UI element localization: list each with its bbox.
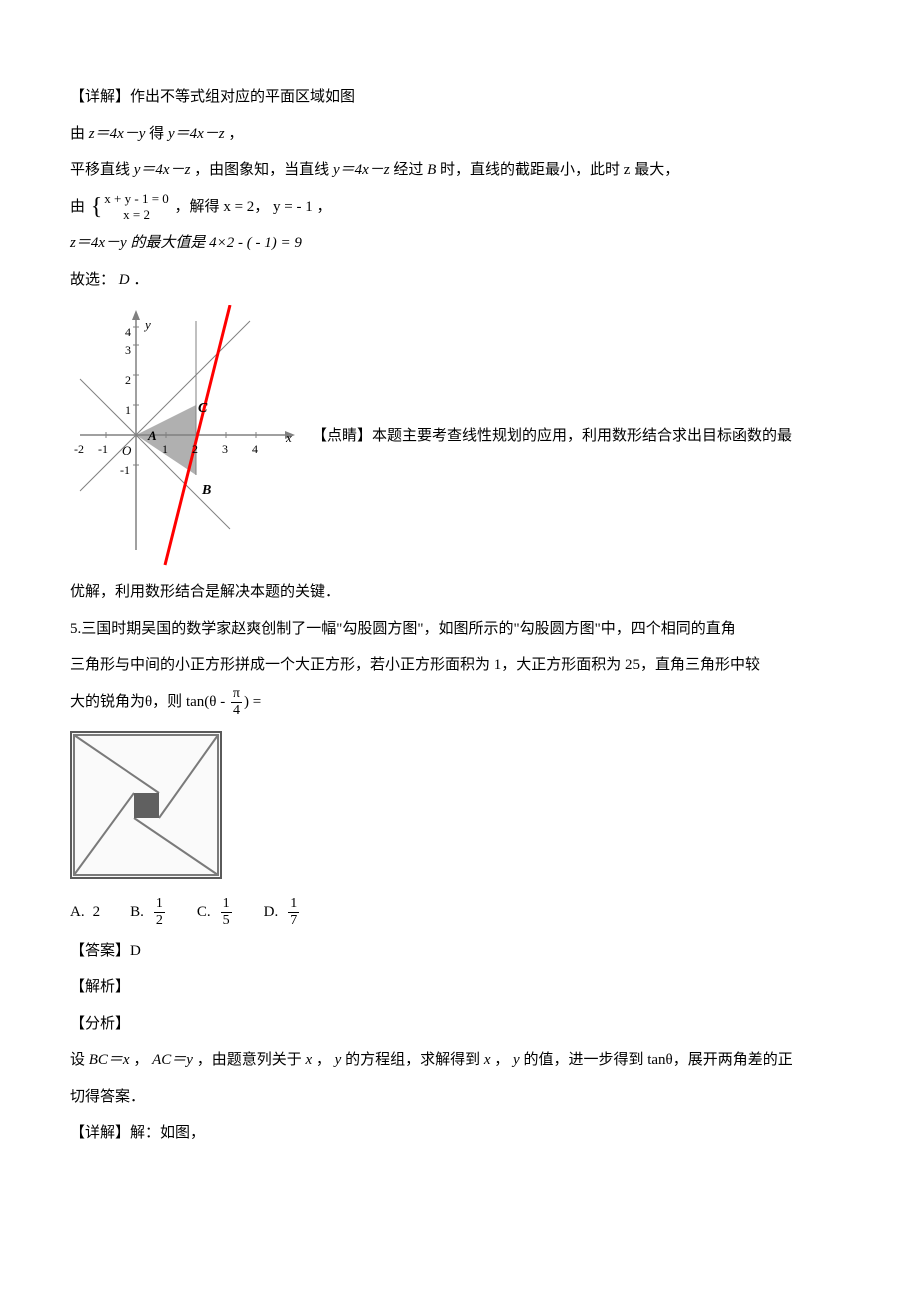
a-pre: 设 <box>70 1052 89 1068</box>
option-c: C. 15 <box>197 895 234 930</box>
a-m3: ， <box>316 1052 331 1068</box>
text-pre: 平移直线 <box>70 162 134 178</box>
opt-d-label: D. <box>264 895 279 930</box>
text-end: ， <box>228 126 243 142</box>
gougu-figure <box>70 731 222 879</box>
question-5-line-3: 大的锐角为θ，则 tan(θ - π4) = <box>70 685 850 720</box>
options-list: A. 2 B. 12 C. 15 D. 17 <box>70 891 850 934</box>
option-d: D. 17 <box>264 895 302 930</box>
a-m3b: ， <box>494 1052 509 1068</box>
solution-intro: 【详解】作出不等式组对应的平面区域如图 <box>70 80 850 115</box>
gougu-svg <box>72 733 220 877</box>
a-x: x <box>305 1052 312 1068</box>
tick-x1: 1 <box>162 436 168 464</box>
a-ac: AC＝y <box>152 1052 193 1068</box>
point-c-label: C <box>198 393 207 425</box>
answer-selection: 故选： D ． <box>70 263 850 298</box>
tick-xn1: -1 <box>98 436 108 464</box>
tick-y2: 2 <box>125 367 131 395</box>
equation-line-2: 平移直线 y＝4x－z ，由图象知，当直线 y＝4x－z 经过 B 时，直线的截… <box>70 153 850 188</box>
equation-line-3: 由 { x + y - 1 = 0 x = 2 ，解得 x = 2， y = -… <box>70 190 850 225</box>
text-pre: 由 <box>70 126 89 142</box>
tan-post: ) = <box>244 694 261 710</box>
option-b: B. 12 <box>130 895 167 930</box>
text-pre: 故选： <box>70 272 115 288</box>
parse-label: 【解析】 <box>70 970 850 1005</box>
answer-label: 【答案】D <box>70 934 850 969</box>
a-y2: y <box>513 1052 520 1068</box>
tick-xn2: -2 <box>74 436 84 464</box>
analysis-label: 【分析】 <box>70 1007 850 1042</box>
tick-x2: 2 <box>192 436 198 464</box>
a-y: y <box>335 1052 342 1068</box>
text-pre: 由 <box>70 199 85 215</box>
hint-continuation: 优解，利用数形结合是解决本题的关键． <box>70 575 850 610</box>
coordinate-graph: y x 4 3 2 1 -1 1 2 3 4 -1 -2 O A C B <box>70 305 302 567</box>
a-m5: 的值，进一步得到 tanθ，展开两角差的正 <box>523 1052 792 1068</box>
graph-and-hint-row: y x 4 3 2 1 -1 1 2 3 4 -1 -2 O A C B 【点睛… <box>70 305 850 567</box>
brace-top: x + y - 1 = 0 <box>104 191 169 207</box>
brace-bot: x = 2 <box>104 207 169 223</box>
origin-label: O <box>122 436 131 466</box>
a-x2: x <box>484 1052 491 1068</box>
left-brace-icon: { <box>91 195 103 219</box>
equation-line-1: 由 z＝4x－y 得 y＝4x－z ， <box>70 117 850 152</box>
opt-a-value: 2 <box>93 895 101 930</box>
max-value-line: z＝4x－y 的最大值是 4×2 - ( - 1) = 9 <box>70 226 850 261</box>
a-m1: ， <box>133 1052 148 1068</box>
analysis-line-2: 切得答案． <box>70 1080 850 1115</box>
eq-y-1: y＝4x－z <box>134 162 191 178</box>
a-bc: BC＝x <box>89 1052 130 1068</box>
eq-y-2: y＝4x－z <box>333 162 390 178</box>
text-mid: ，解得 <box>175 199 224 215</box>
point-b: B <box>427 162 436 178</box>
opt-c-den: 5 <box>221 912 232 928</box>
a-m2: ，由题意列关于 <box>197 1052 306 1068</box>
option-a: A. 2 <box>70 895 100 930</box>
q5-text: 大的锐角为θ，则 <box>70 694 182 710</box>
hint-beside-graph: 【点睛】本题主要考查线性规划的应用，利用数形结合求出目标函数的最 <box>302 419 850 454</box>
tick-y3: 3 <box>125 337 131 365</box>
solution-xy: x = 2， y = - 1 <box>223 199 312 215</box>
text-mid: ，由图象知，当直线 <box>194 162 333 178</box>
opt-c-num: 1 <box>223 896 230 911</box>
brace-system: { x + y - 1 = 0 x = 2 <box>91 191 169 222</box>
opt-b-label: B. <box>130 895 144 930</box>
text-end: ． <box>133 272 148 288</box>
tan-den: 4 <box>231 702 242 718</box>
answer-d: D <box>119 272 130 288</box>
tick-y1: 1 <box>125 397 131 425</box>
question-5-line-1: 5.三国时期吴国的数学家赵爽创制了一幅"勾股圆方图"，如图所示的"勾股圆方图"中… <box>70 612 850 647</box>
text-mid: 得 <box>149 126 168 142</box>
eq-y: y＝4x－z <box>168 126 225 142</box>
opt-d-num: 1 <box>290 896 297 911</box>
text-end: 时，直线的截距最小，此时 z 最大， <box>440 162 679 178</box>
tan-expression: tan(θ - π4) = <box>186 694 261 710</box>
text-post: 经过 <box>393 162 427 178</box>
analysis-text: 设 BC＝x ， AC＝y ，由题意列关于 x ， y 的方程组，求解得到 x … <box>70 1043 850 1078</box>
a-m4: 的方程组，求解得到 <box>345 1052 484 1068</box>
axis-x-label: x <box>286 423 292 453</box>
tick-x3: 3 <box>222 436 228 464</box>
opt-a-label: A. <box>70 895 85 930</box>
point-b-label: B <box>202 475 211 507</box>
opt-c-label: C. <box>197 895 211 930</box>
axis-y-label: y <box>145 310 151 340</box>
opt-d-den: 7 <box>288 912 299 928</box>
opt-b-num: 1 <box>156 896 163 911</box>
opt-b-den: 2 <box>154 912 165 928</box>
question-5-line-2: 三角形与中间的小正方形拼成一个大正方形，若小正方形面积为 1，大正方形面积为 2… <box>70 648 850 683</box>
tan-num: π <box>233 686 240 701</box>
point-a-label: A <box>148 421 157 451</box>
detail-label: 【详解】解：如图， <box>70 1116 850 1151</box>
tick-x4: 4 <box>252 436 258 464</box>
eq-z: z＝4x－y <box>89 126 146 142</box>
tan-pre: tan(θ - <box>186 694 229 710</box>
text-end: ， <box>316 199 331 215</box>
